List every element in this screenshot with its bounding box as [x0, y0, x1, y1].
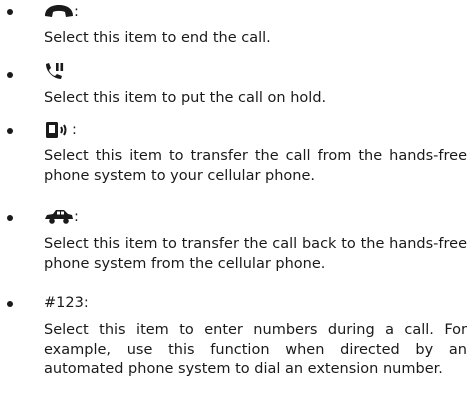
- item-heading: :: [44, 120, 77, 140]
- bullet: [7, 72, 13, 78]
- cellular-phone-icon: [44, 121, 72, 139]
- bullet: [7, 301, 13, 307]
- end-call-handset-icon: [44, 4, 74, 20]
- item-suffix: :: [72, 122, 77, 138]
- bullet: [7, 128, 13, 134]
- hold-call-icon: [44, 61, 66, 81]
- bullet: [7, 9, 13, 15]
- item-heading: :: [44, 2, 79, 22]
- item-description: Select this item to end the call.: [44, 30, 271, 46]
- bullet: [7, 215, 13, 221]
- item-heading: :: [44, 207, 79, 227]
- item-suffix: :: [83, 295, 89, 311]
- item-suffix: :: [74, 209, 79, 225]
- item-heading: [44, 61, 66, 81]
- item-description: Select this item to transfer the call ba…: [44, 236, 467, 272]
- item-description: Select this item to enter numbers during…: [44, 322, 467, 377]
- item-suffix: :: [74, 4, 79, 20]
- item-description: Select this item to transfer the call fr…: [44, 148, 467, 184]
- item-description: Select this item to put the call on hold…: [44, 90, 327, 106]
- car-icon: [44, 209, 74, 225]
- item-heading: #123 :: [44, 293, 89, 313]
- item-label: #123: [44, 295, 84, 311]
